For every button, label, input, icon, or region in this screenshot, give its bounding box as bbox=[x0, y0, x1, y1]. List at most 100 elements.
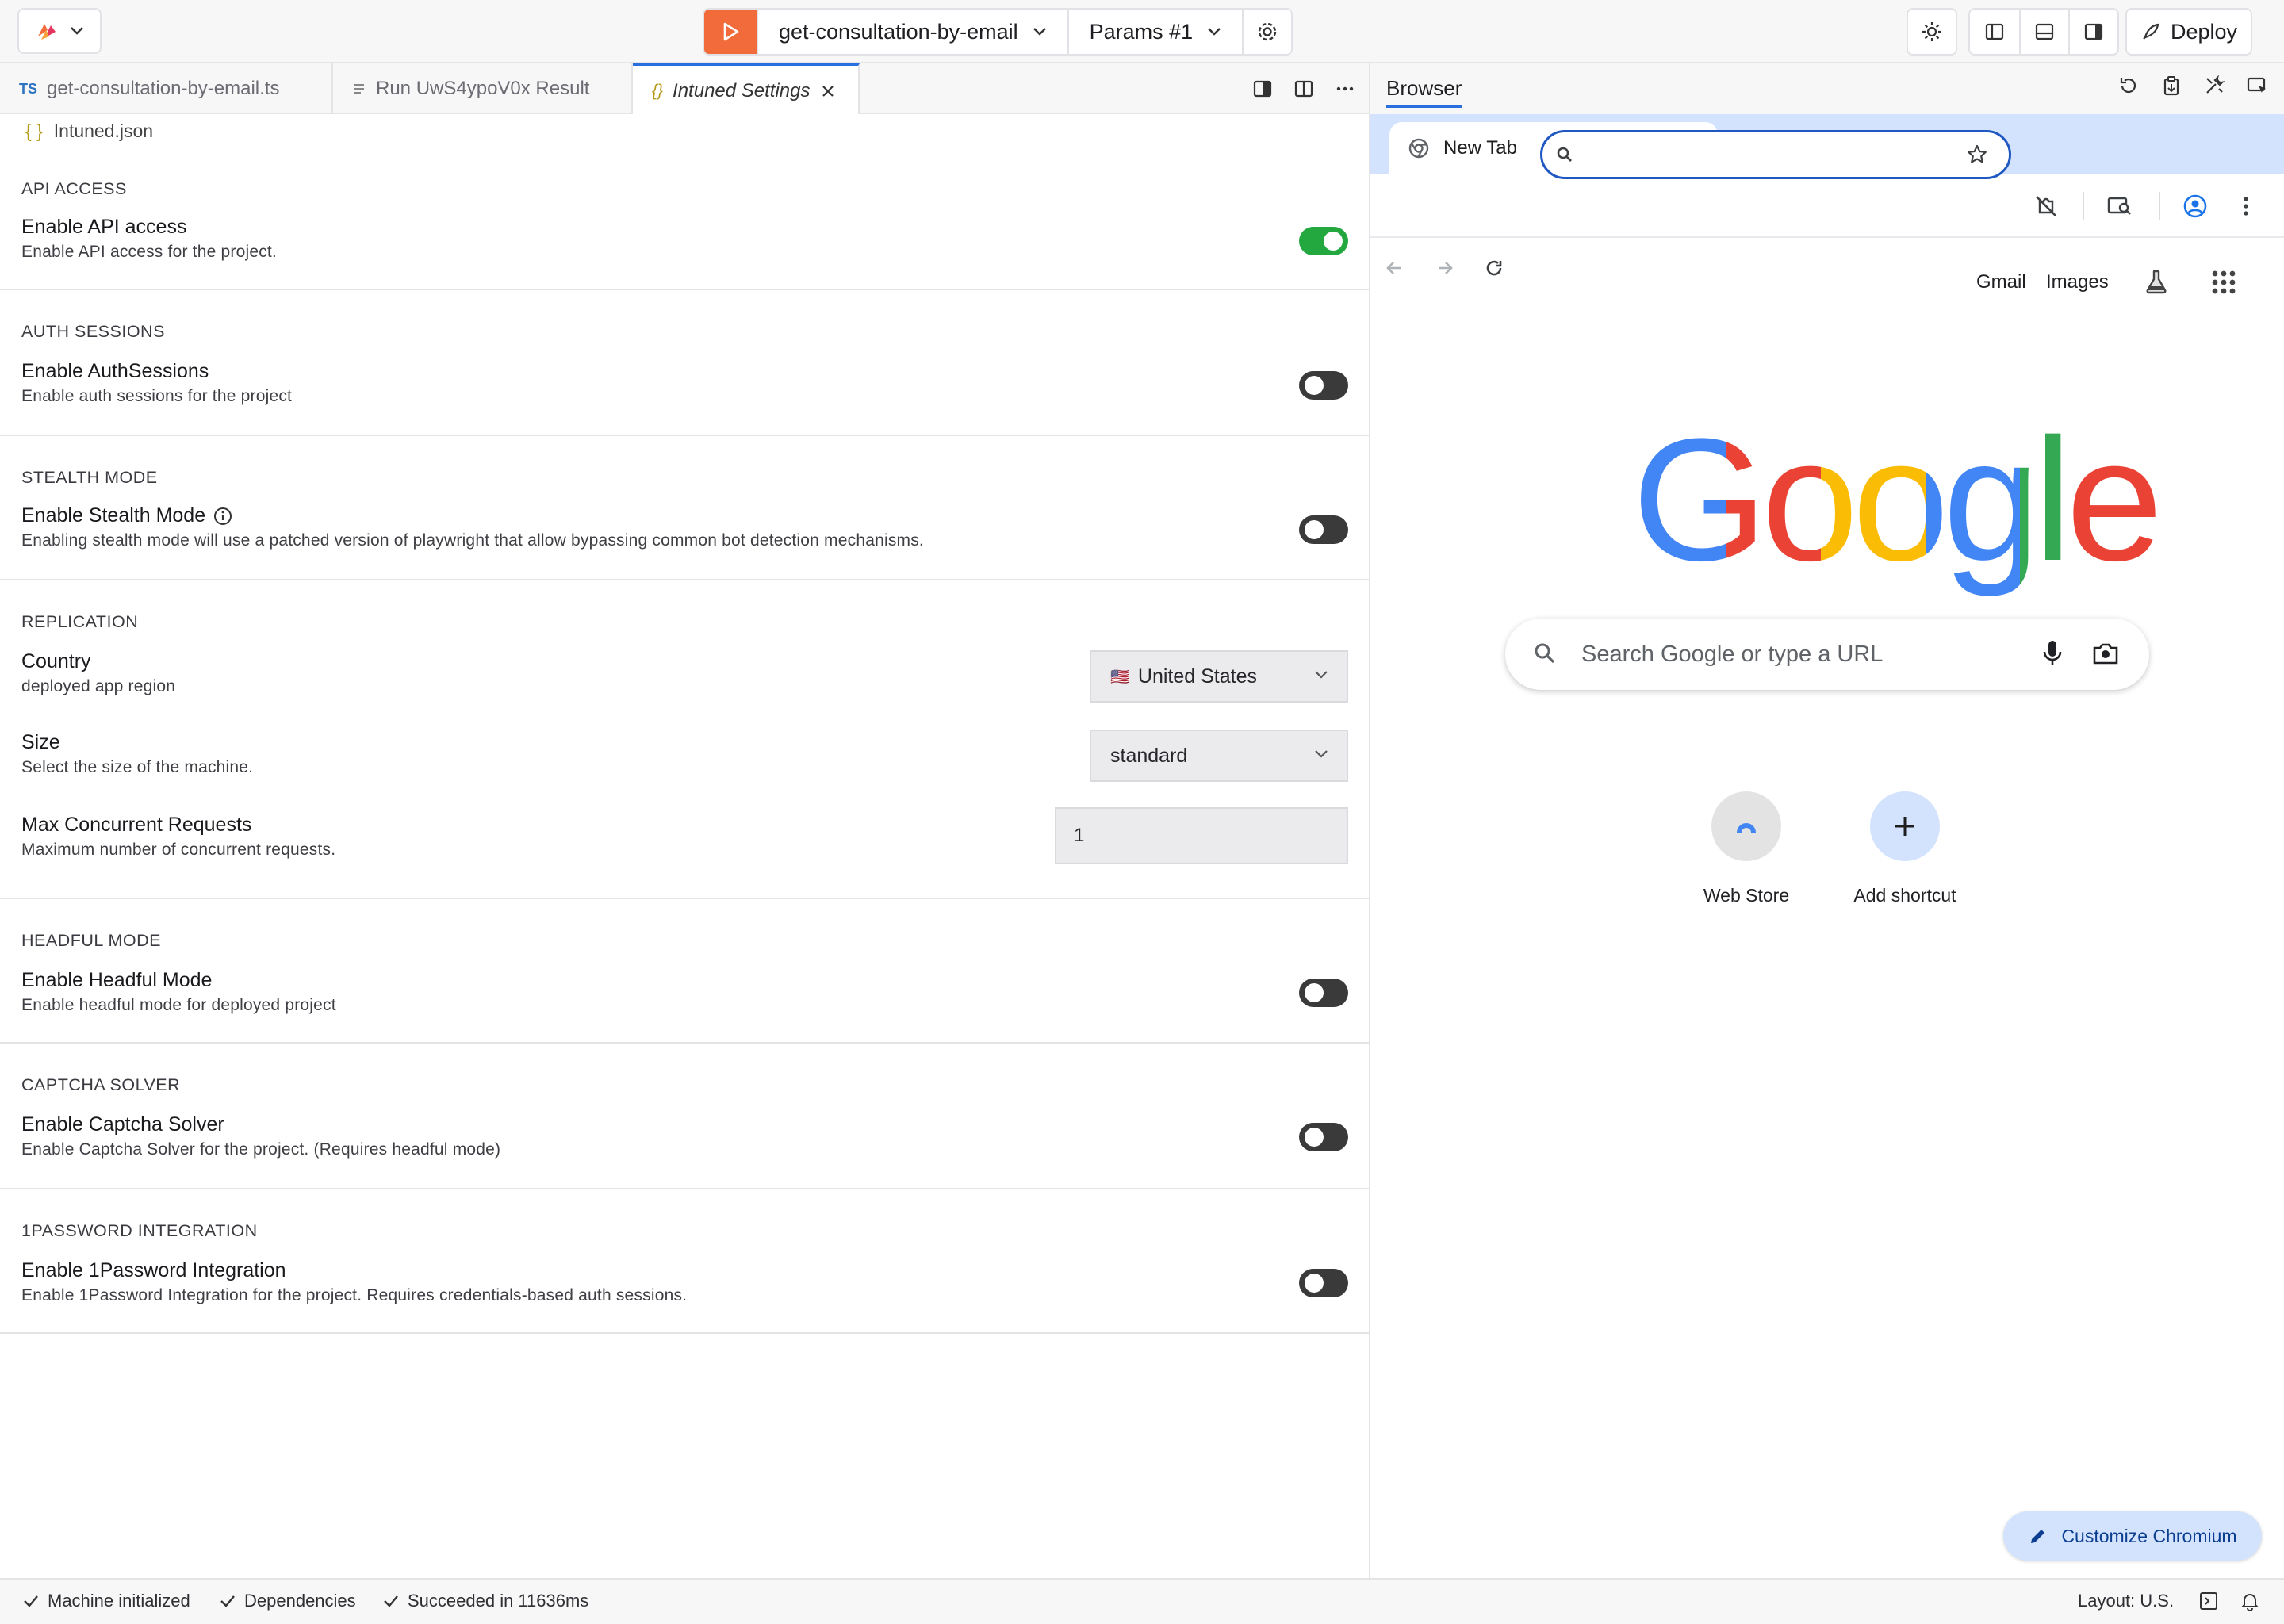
status-dependencies[interactable]: Dependencies bbox=[219, 1591, 356, 1611]
reload-session-icon[interactable] bbox=[2117, 75, 2140, 97]
bookmark-star-icon[interactable] bbox=[1966, 144, 1988, 166]
toggle-left-panel-button[interactable] bbox=[1970, 10, 2019, 54]
deploy-label: Deploy bbox=[2170, 19, 2238, 44]
project-menu-button[interactable] bbox=[17, 8, 102, 54]
close-icon[interactable] bbox=[820, 83, 836, 99]
info-icon[interactable] bbox=[213, 507, 232, 526]
microphone-icon[interactable] bbox=[2041, 638, 2064, 669]
settings-panel: { } Intuned.json API ACCESS Enable API a… bbox=[0, 114, 1369, 1578]
extensions-off-icon[interactable] bbox=[2033, 193, 2059, 219]
tab-intuned-settings[interactable]: {} Intuned Settings bbox=[633, 63, 860, 116]
profile-avatar-icon[interactable] bbox=[2182, 193, 2208, 219]
api-access-toggle[interactable] bbox=[1299, 227, 1348, 255]
camera-lens-icon[interactable] bbox=[2092, 641, 2119, 666]
bottom-panel-icon bbox=[2033, 21, 2056, 43]
stealth-mode-toggle[interactable] bbox=[1299, 515, 1348, 544]
bell-icon[interactable] bbox=[2240, 1591, 2260, 1611]
labs-flask-icon[interactable] bbox=[2143, 268, 2170, 295]
shortcut-web-store[interactable]: Web Store bbox=[1683, 791, 1810, 906]
setting-title: Max Concurrent Requests bbox=[21, 814, 252, 836]
tab-run-result[interactable]: Run UwS4ypoV0x Result bbox=[333, 63, 633, 114]
theme-toggle-group bbox=[1907, 8, 1957, 56]
gmail-link[interactable]: Gmail bbox=[1976, 271, 2026, 293]
browser-panel-title[interactable]: Browser bbox=[1386, 76, 1462, 108]
media-search-icon[interactable] bbox=[2106, 193, 2133, 219]
setting-description: Enabling stealth mode will use a patched… bbox=[21, 531, 924, 550]
setting-title: Enable Stealth Mode bbox=[21, 504, 206, 527]
headful-mode-toggle[interactable] bbox=[1299, 979, 1348, 1007]
size-select[interactable]: standard bbox=[1090, 730, 1348, 782]
status-text: Succeeded in 11636ms bbox=[408, 1591, 589, 1611]
section-title: CAPTCHA SOLVER bbox=[21, 1075, 181, 1094]
more-icon[interactable] bbox=[1334, 78, 1356, 100]
terminal-panel-icon[interactable] bbox=[2198, 1591, 2219, 1611]
setting-title: Enable Headful Mode bbox=[21, 969, 213, 991]
1password-toggle[interactable] bbox=[1299, 1269, 1348, 1297]
google-logo: Google bbox=[1632, 412, 2163, 587]
status-run-result[interactable]: Succeeded in 11636ms bbox=[382, 1591, 588, 1611]
tab-label: Intuned Settings bbox=[673, 79, 811, 102]
setting-title-row: Enable Stealth Mode bbox=[21, 504, 232, 527]
apps-grid-icon[interactable] bbox=[2211, 270, 2236, 295]
params-select[interactable]: Params #1 bbox=[1067, 10, 1243, 54]
chevron-down-icon bbox=[1313, 669, 1329, 680]
clipboard-export-icon[interactable] bbox=[2160, 75, 2182, 97]
deploy-button[interactable]: Deploy bbox=[2125, 8, 2252, 56]
section-headful-mode: HEADFUL MODE Enable Headful Mode Enable … bbox=[0, 899, 1369, 1044]
chevron-down-icon bbox=[1313, 749, 1329, 760]
run-target-select[interactable]: get-consultation-by-email bbox=[757, 10, 1067, 54]
browser-panel-header: Browser bbox=[1370, 63, 2284, 114]
sun-icon bbox=[1921, 21, 1943, 43]
max-concurrent-input[interactable]: 1 bbox=[1055, 807, 1348, 864]
address-bar[interactable] bbox=[1540, 130, 2011, 179]
reload-icon[interactable] bbox=[1483, 257, 1505, 279]
run-settings-button[interactable] bbox=[1242, 10, 1291, 54]
toolbar-separator bbox=[2083, 192, 2084, 220]
json-file-icon: { } bbox=[25, 121, 43, 141]
right-sidebar-icon bbox=[2083, 21, 2105, 43]
auth-sessions-toggle[interactable] bbox=[1299, 371, 1348, 400]
breadcrumb[interactable]: { } Intuned.json bbox=[25, 121, 153, 142]
top-toolbar: get-consultation-by-email Params #1 Depl… bbox=[0, 0, 2284, 63]
customize-label: Customize Chromium bbox=[2061, 1525, 2237, 1546]
shortcut-add[interactable]: Add shortcut bbox=[1841, 791, 1968, 906]
google-search-box[interactable]: Search Google or type a URL bbox=[1505, 619, 2149, 690]
theme-toggle-button[interactable] bbox=[1908, 10, 1956, 54]
captcha-solver-toggle[interactable] bbox=[1299, 1123, 1348, 1151]
forward-arrow-icon[interactable] bbox=[1434, 257, 1456, 279]
setting-description: Select the size of the machine. bbox=[21, 758, 254, 776]
setting-description: Enable headful mode for deployed project bbox=[21, 996, 336, 1014]
split-editor-right-icon[interactable] bbox=[1251, 78, 1274, 100]
tab-label: Run UwS4ypoV0x Result bbox=[376, 78, 590, 99]
images-link[interactable]: Images bbox=[2046, 271, 2109, 293]
tab-get-consultation-by-email[interactable]: TS get-consultation-by-email.ts bbox=[0, 63, 333, 114]
run-controls: get-consultation-by-email Params #1 bbox=[703, 8, 1293, 56]
run-button[interactable] bbox=[704, 10, 757, 54]
search-icon bbox=[1532, 641, 1558, 666]
toggle-right-panel-button[interactable] bbox=[2067, 10, 2117, 54]
gear-icon bbox=[1256, 21, 1278, 43]
setting-title: Enable Captcha Solver bbox=[21, 1113, 224, 1136]
browser-panel-actions bbox=[2117, 75, 2268, 97]
customize-chromium-button[interactable]: Customize Chromium bbox=[2003, 1511, 2262, 1561]
toggle-bottom-panel-button[interactable] bbox=[2018, 10, 2068, 54]
status-machine[interactable]: Machine initialized bbox=[22, 1591, 190, 1611]
setting-description: Maximum number of concurrent requests. bbox=[21, 841, 336, 859]
chrome-menu-icon[interactable] bbox=[2241, 193, 2251, 219]
section-title: API ACCESS bbox=[21, 179, 127, 198]
section-title: HEADFUL MODE bbox=[21, 931, 162, 950]
setting-description: Enable API access for the project. bbox=[21, 243, 277, 261]
country-select[interactable]: 🇺🇸 United States bbox=[1090, 650, 1348, 703]
screen-pointer-icon[interactable] bbox=[2246, 75, 2268, 97]
setting-title: Size bbox=[21, 731, 60, 753]
split-editor-icon[interactable] bbox=[1293, 78, 1315, 100]
check-icon bbox=[219, 1592, 236, 1610]
back-arrow-icon[interactable] bbox=[1383, 257, 1405, 279]
tools-icon[interactable] bbox=[2203, 75, 2225, 97]
browser-panel: Browser New Tab Gmail Images Google Sear… bbox=[1370, 63, 2284, 1578]
keyboard-layout[interactable]: Layout: U.S. bbox=[2078, 1591, 2174, 1611]
chevron-down-icon bbox=[1033, 27, 1047, 36]
layout-buttons bbox=[1968, 8, 2119, 56]
pencil-icon bbox=[2028, 1526, 2048, 1546]
params-label: Params #1 bbox=[1089, 19, 1194, 44]
